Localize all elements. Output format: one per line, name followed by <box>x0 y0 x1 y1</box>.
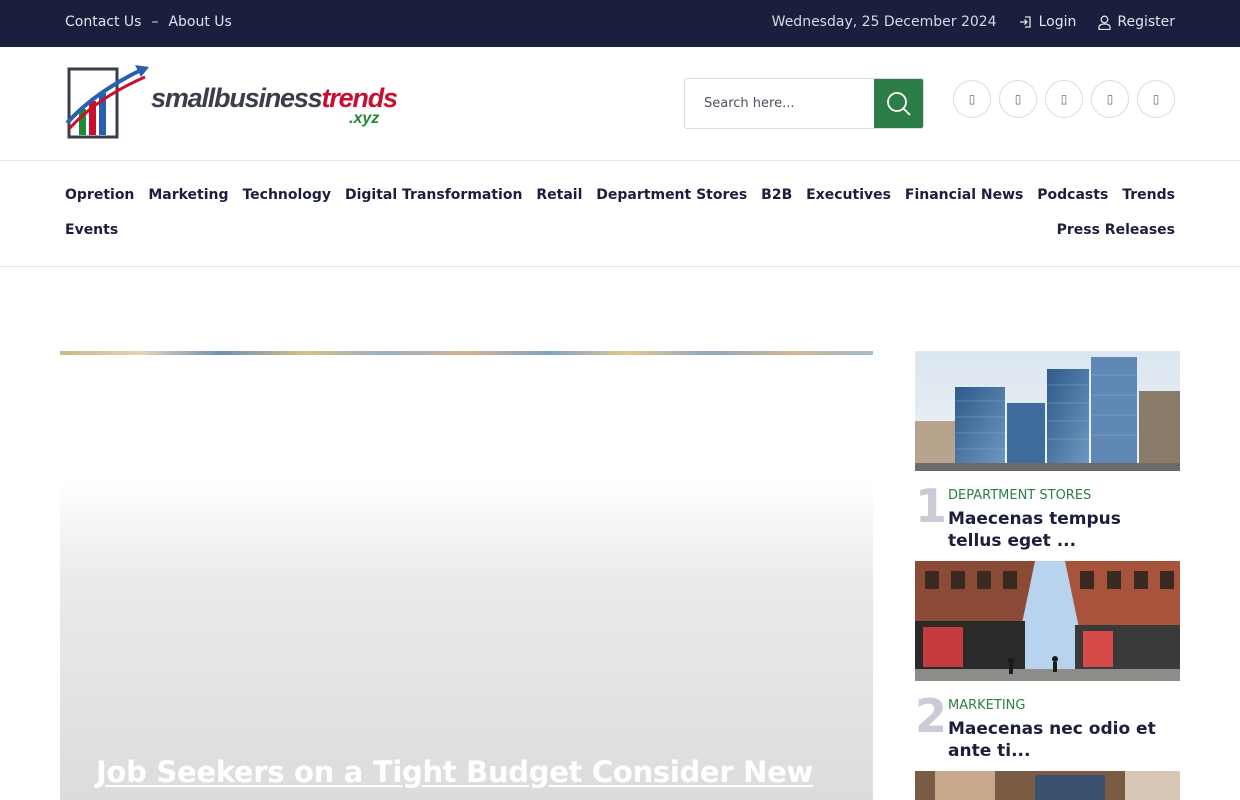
youtube-icon[interactable]: ▯ <box>1137 80 1175 118</box>
search-icon <box>886 91 911 116</box>
login-link[interactable]: Login <box>1019 14 1077 30</box>
nav-item-retail[interactable]: Retail <box>536 187 582 203</box>
user-icon <box>1098 15 1112 30</box>
nav-item-marketing[interactable]: Marketing <box>148 187 228 203</box>
site-header: smallbusinesstrends .xyz ▯ ▯ ▯ ▯ ▯ <box>0 47 1240 161</box>
nav-item-financial-news[interactable]: Financial News <box>905 187 1023 203</box>
trending-item-body: 1 DEPARTMENT STORES Maecenas tempus tell… <box>915 471 1180 561</box>
featured-title[interactable]: Job Seekers on a Tight Budget Consider N… <box>96 755 813 789</box>
trending-rank: 1 <box>915 479 948 533</box>
featured-image-edge <box>60 351 873 355</box>
social-links: ▯ ▯ ▯ ▯ ▯ <box>953 80 1175 118</box>
nav-item-opretion[interactable]: Opretion <box>65 187 134 203</box>
trending-item[interactable]: 1 DEPARTMENT STORES Maecenas tempus tell… <box>915 351 1180 561</box>
office-image <box>915 771 1180 800</box>
trending-thumbnail[interactable] <box>915 351 1180 471</box>
nav-row-secondary: Events Press Releases <box>65 222 1175 238</box>
about-us-link[interactable]: About Us <box>168 14 231 30</box>
search-box <box>684 78 924 129</box>
featured-overlay <box>60 481 873 800</box>
nav-item-podcasts[interactable]: Podcasts <box>1037 187 1108 203</box>
shopping-street-image <box>915 561 1180 681</box>
register-link[interactable]: Register <box>1098 14 1175 30</box>
nav-item-digital-transformation[interactable]: Digital Transformation <box>345 187 522 203</box>
nav-item-b2b[interactable]: B2B <box>761 187 792 203</box>
nav-item-trends[interactable]: Trends <box>1122 187 1175 203</box>
trending-thumbnail[interactable] <box>915 561 1180 681</box>
instagram-icon[interactable]: ▯ <box>1045 80 1083 118</box>
facebook-icon[interactable]: ▯ <box>953 80 991 118</box>
site-logo[interactable]: smallbusinesstrends .xyz <box>65 63 398 141</box>
skyscrapers-image <box>915 351 1180 471</box>
linkedin-icon[interactable]: ▯ <box>1091 80 1129 118</box>
nav-item-executives[interactable]: Executives <box>806 187 891 203</box>
search-input[interactable] <box>685 79 874 128</box>
trending-thumbnail[interactable] <box>915 771 1180 800</box>
nav-item-press-releases[interactable]: Press Releases <box>1057 222 1175 238</box>
register-label: Register <box>1117 14 1175 30</box>
top-right: Wednesday, 25 December 2024 Login Regist… <box>772 14 1175 30</box>
trending-sidebar: 1 DEPARTMENT STORES Maecenas tempus tell… <box>915 351 1180 800</box>
main-nav: Opretion Marketing Technology Digital Tr… <box>0 161 1240 267</box>
top-links-separator: – <box>151 14 159 30</box>
twitter-icon[interactable]: ▯ <box>999 80 1037 118</box>
trending-title[interactable]: Maecenas tempus tellus eget ... <box>948 508 1178 552</box>
top-bar: Contact Us – About Us Wednesday, 25 Dece… <box>0 0 1240 47</box>
trending-item[interactable]: 2 MARKETING Maecenas nec odio et ante ti… <box>915 561 1180 771</box>
trending-rank: 2 <box>915 689 948 743</box>
nav-item-technology[interactable]: Technology <box>242 187 331 203</box>
logo-tld: .xyz <box>349 110 380 127</box>
trending-item-body: 2 MARKETING Maecenas nec odio et ante ti… <box>915 681 1180 771</box>
trending-category[interactable]: DEPARTMENT STORES <box>948 488 1091 503</box>
trending-title[interactable]: Maecenas nec odio et ante ti... <box>948 718 1178 762</box>
nav-item-department-stores[interactable]: Department Stores <box>596 187 747 203</box>
trending-category[interactable]: MARKETING <box>948 698 1025 713</box>
nav-row-primary: Opretion Marketing Technology Digital Tr… <box>65 187 1175 203</box>
top-links: Contact Us – About Us <box>65 14 232 30</box>
current-date: Wednesday, 25 December 2024 <box>771 14 997 30</box>
login-icon <box>1019 16 1031 28</box>
search-button[interactable] <box>874 79 923 128</box>
contact-us-link[interactable]: Contact Us <box>65 14 141 30</box>
nav-item-events[interactable]: Events <box>65 222 118 238</box>
logo-mark-icon <box>65 65 149 139</box>
login-label: Login <box>1038 14 1077 30</box>
featured-post[interactable]: Job Seekers on a Tight Budget Consider N… <box>60 351 873 800</box>
